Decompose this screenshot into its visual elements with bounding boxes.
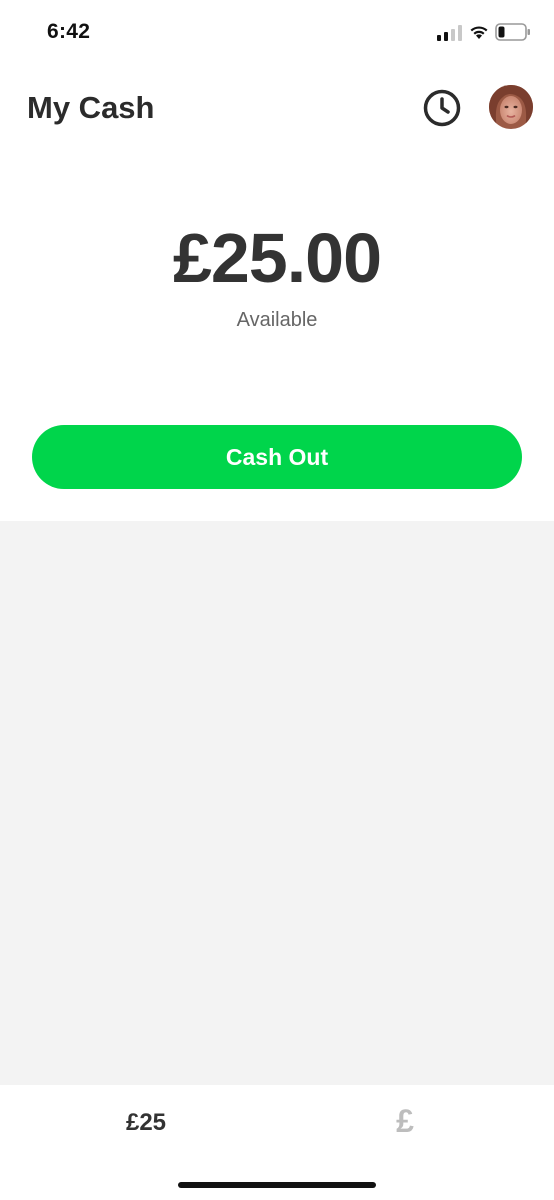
- status-bar: 6:42: [0, 0, 554, 66]
- avatar-photo: [489, 85, 533, 129]
- cellular-signal-icon: [437, 25, 462, 41]
- clock-icon: [423, 89, 461, 127]
- cash-out-button[interactable]: Cash Out: [32, 425, 522, 489]
- wifi-icon: [470, 26, 488, 39]
- balance-amount: £25.00: [172, 219, 382, 297]
- battery-low-icon: [495, 23, 530, 41]
- cash-app-screen: 6:42 My Cash £25.00 Available Cash Out £…: [0, 0, 554, 1200]
- bottom-tab-bar: £25 £: [0, 1085, 554, 1200]
- home-indicator: [178, 1182, 376, 1188]
- balance-caption: Available: [236, 309, 318, 331]
- header: My Cash: [0, 80, 554, 140]
- tab-currency-icon[interactable]: £: [370, 1101, 440, 1141]
- profile-avatar[interactable]: [489, 85, 533, 129]
- content-area: [0, 521, 554, 1085]
- page-title: My Cash: [27, 90, 155, 125]
- history-button[interactable]: [422, 88, 462, 128]
- tab-balance[interactable]: £25: [96, 1103, 196, 1143]
- status-time: 6:42: [47, 20, 91, 43]
